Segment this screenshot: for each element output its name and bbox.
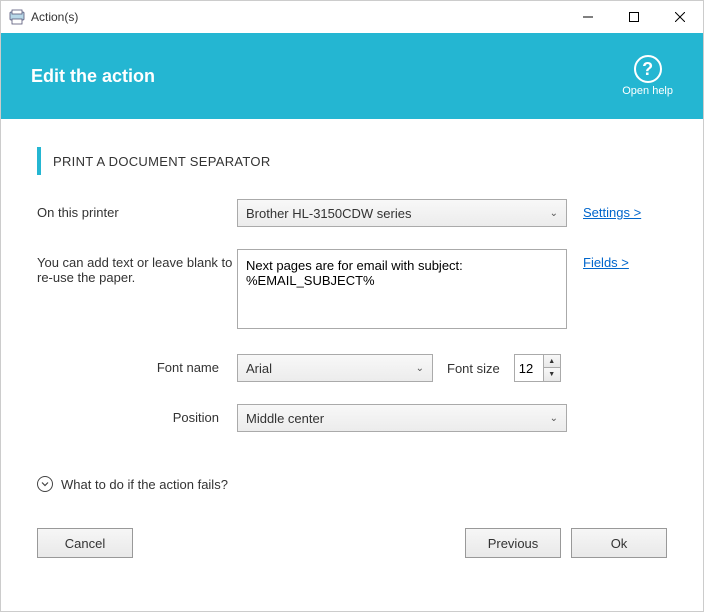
text-label: You can add text or leave blank to re-us… — [37, 249, 237, 285]
app-icon — [9, 9, 25, 25]
content: PRINT A DOCUMENT SEPARATOR On this print… — [1, 119, 703, 510]
font-name-label: Font name — [37, 354, 237, 375]
chevron-down-icon: ⌄ — [550, 413, 558, 424]
position-select[interactable]: Middle center ⌄ — [237, 404, 567, 432]
open-help-button[interactable]: ? Open help — [622, 55, 673, 97]
titlebar: Action(s) — [1, 1, 703, 33]
minimize-button[interactable] — [565, 1, 611, 33]
section-title: PRINT A DOCUMENT SEPARATOR — [53, 154, 271, 169]
accent-bar — [37, 147, 41, 175]
header-title: Edit the action — [31, 66, 622, 87]
help-icon: ? — [634, 55, 662, 83]
help-label: Open help — [622, 85, 673, 97]
close-button[interactable] — [657, 1, 703, 33]
position-value: Middle center — [246, 411, 324, 426]
font-size-label: Font size — [447, 361, 500, 376]
previous-button[interactable]: Previous — [465, 528, 561, 558]
header: Edit the action ? Open help — [1, 33, 703, 119]
printer-select[interactable]: Brother HL-3150CDW series ⌄ — [237, 199, 567, 227]
chevron-down-icon: ⌄ — [416, 363, 424, 374]
failure-expander[interactable]: What to do if the action fails? — [37, 476, 667, 492]
printer-label: On this printer — [37, 199, 237, 220]
failure-expander-label: What to do if the action fails? — [61, 477, 228, 492]
printer-value: Brother HL-3150CDW series — [246, 206, 411, 221]
font-size-down-button[interactable]: ▼ — [544, 368, 560, 381]
settings-link[interactable]: Settings > — [583, 205, 641, 220]
font-size-up-button[interactable]: ▲ — [544, 355, 560, 368]
font-size-stepper[interactable]: ▲ ▼ — [514, 354, 561, 382]
section-heading: PRINT A DOCUMENT SEPARATOR — [37, 147, 667, 175]
footer: Cancel Previous Ok — [1, 510, 703, 558]
font-name-value: Arial — [246, 361, 272, 376]
chevron-down-circle-icon — [37, 476, 53, 492]
chevron-down-icon: ⌄ — [550, 208, 558, 219]
font-size-input[interactable] — [514, 354, 544, 382]
cancel-button[interactable]: Cancel — [37, 528, 133, 558]
window-controls — [565, 1, 703, 33]
separator-text-input[interactable]: Next pages are for email with subject: %… — [237, 249, 567, 329]
position-label: Position — [37, 404, 237, 425]
ok-button[interactable]: Ok — [571, 528, 667, 558]
window-title: Action(s) — [31, 10, 565, 24]
maximize-button[interactable] — [611, 1, 657, 33]
font-name-select[interactable]: Arial ⌄ — [237, 354, 433, 382]
fields-link[interactable]: Fields > — [583, 255, 629, 270]
